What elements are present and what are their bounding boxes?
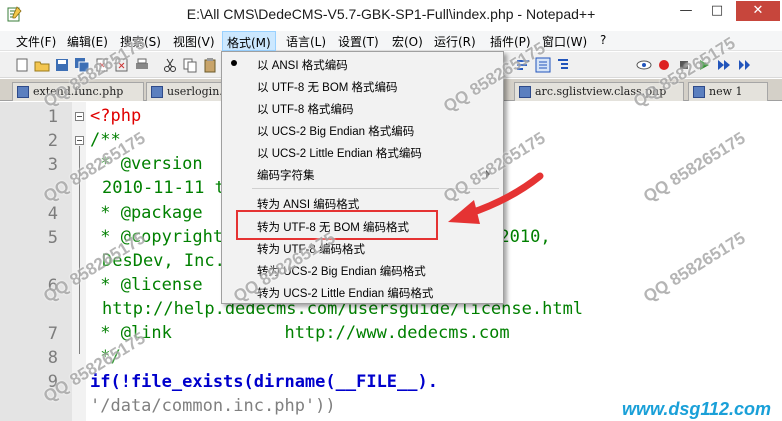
- menu-macro[interactable]: 宏(O): [392, 33, 423, 50]
- window-title: E:\All CMS\DedeCMS-V5.7-GBK-SP1-Full\ind…: [186, 6, 596, 22]
- line-number: 7: [47, 324, 58, 344]
- highlight-box: [236, 210, 438, 240]
- file-icon: [151, 86, 163, 98]
- close-button[interactable]: ✕: [736, 1, 780, 21]
- new-file-icon[interactable]: [14, 57, 30, 73]
- line-number: 3: [47, 155, 58, 175]
- fold-toggle-icon[interactable]: [75, 112, 84, 121]
- code-line: if(!file_exists(dirname(__FILE__).: [90, 372, 438, 392]
- code-line: <?php: [90, 106, 142, 126]
- view-icon[interactable]: [636, 57, 652, 73]
- save-macro-icon[interactable]: [736, 57, 752, 73]
- menu-item-encode-ucs2-be[interactable]: 以 UCS-2 Big Endian 格式编码: [257, 123, 414, 139]
- line-number-gutter: 1 2 3 4 5 6 7 8 9: [0, 102, 72, 421]
- fold-toggle-icon[interactable]: [75, 136, 84, 145]
- menu-language[interactable]: 语言(L): [286, 33, 326, 50]
- save-icon[interactable]: [54, 57, 70, 73]
- title-bar: E:\All CMS\DedeCMS-V5.7-GBK-SP1-Full\ind…: [0, 0, 782, 30]
- code-line: '/data/common.inc.php')): [90, 396, 336, 416]
- print-icon[interactable]: [134, 57, 150, 73]
- line-number: 2: [47, 131, 58, 151]
- maximize-button[interactable]: □: [703, 1, 731, 21]
- tab-userlogin[interactable]: userlogin.c: [146, 82, 222, 101]
- menu-format[interactable]: 格式(M): [222, 31, 276, 51]
- menu-item-encode-utf8-nobom[interactable]: 以 UTF-8 无 BOM 格式编码: [257, 79, 398, 95]
- file-icon: [17, 86, 29, 98]
- menu-item-charset[interactable]: 编码字符集: [257, 167, 315, 183]
- paste-icon[interactable]: [202, 57, 218, 73]
- menu-file[interactable]: 文件(F): [16, 33, 56, 50]
- cut-icon[interactable]: [162, 57, 178, 73]
- menu-view[interactable]: 视图(V): [173, 33, 215, 50]
- menu-edit[interactable]: 编辑(E): [67, 33, 108, 50]
- site-watermark: www.dsg112.com: [622, 399, 772, 419]
- menu-item-encode-utf8[interactable]: 以 UTF-8 格式编码: [257, 101, 353, 117]
- minimize-button[interactable]: —: [672, 1, 700, 21]
- line-number: 8: [47, 348, 58, 368]
- menu-item-convert-ucs2-le[interactable]: 转为 UCS-2 Little Endian 编码格式: [257, 285, 433, 301]
- tab-label: userlogin.c: [167, 85, 221, 98]
- indent-guide-icon[interactable]: [555, 57, 571, 73]
- copy-icon[interactable]: [182, 57, 198, 73]
- checked-bullet-icon: [231, 60, 237, 66]
- line-number: 5: [47, 228, 58, 248]
- menu-window[interactable]: 窗口(W): [542, 33, 587, 50]
- menu-settings[interactable]: 设置(T): [338, 33, 379, 50]
- menu-item-encode-ansi[interactable]: 以 ANSI 格式编码: [257, 57, 348, 73]
- menu-help[interactable]: ?: [600, 33, 606, 47]
- open-file-icon[interactable]: [34, 57, 50, 73]
- tab-label: new 1: [709, 85, 743, 98]
- menu-run[interactable]: 运行(R): [434, 33, 476, 50]
- menu-item-encode-ucs2-le[interactable]: 以 UCS-2 Little Endian 格式编码: [257, 145, 422, 161]
- tab-new-1[interactable]: new 1: [688, 82, 768, 101]
- file-icon: [519, 86, 531, 98]
- file-icon: [693, 86, 705, 98]
- code-line: * @link http://www.dedecms.com: [90, 323, 510, 343]
